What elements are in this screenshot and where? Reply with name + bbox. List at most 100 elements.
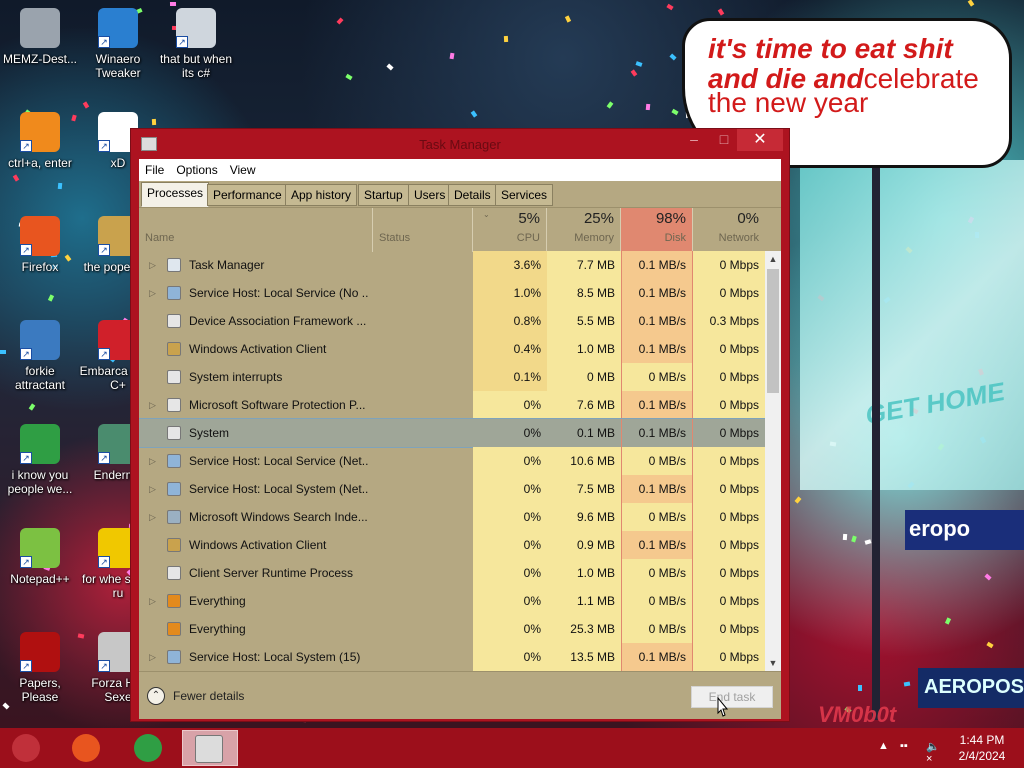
chrome-icon: ↗ (20, 424, 60, 464)
process-name-cell: Device Association Framework ... (139, 307, 473, 335)
scroll-down-icon[interactable]: ▼ (765, 655, 781, 671)
process-row[interactable]: ▷ Service Host: Local Service (No ... 1.0%… (139, 279, 765, 307)
title-bar[interactable]: Task Manager – □ ✕ (131, 129, 789, 159)
tab-processes[interactable]: Processes (141, 182, 210, 207)
column-network[interactable]: 0% Network (693, 208, 765, 252)
desktop-icon-label: ctrl+a, enter (8, 156, 72, 170)
shortcut-arrow-icon: ↗ (98, 36, 110, 48)
fewer-details-link[interactable]: Fewer details (173, 689, 244, 703)
process-row[interactable]: ▷ Microsoft Software Protection P... 0% 7.6… (139, 391, 765, 419)
column-cpu[interactable]: ⌄ 5% CPU (473, 208, 547, 252)
clock-date: 2/4/2024 (958, 749, 1006, 763)
volume-muted-icon[interactable]: 🔈× (926, 740, 940, 765)
process-name: System interrupts (189, 370, 283, 384)
process-name: Service Host: Local Service (Net... (189, 454, 369, 468)
tab-details[interactable]: Details (448, 184, 497, 206)
process-row[interactable]: ▷ Service Host: Local Service (Net... 0% 10… (139, 447, 765, 475)
taskbar-chrome[interactable] (122, 730, 172, 766)
menu-view[interactable]: View (224, 159, 262, 181)
process-row[interactable]: Device Association Framework ... 0.8% 5.5 … (139, 307, 765, 335)
desktop-icon[interactable]: ↗ i know you people we... (0, 424, 80, 496)
expand-chevron-icon[interactable]: ▷ (149, 447, 156, 475)
expand-chevron-icon[interactable]: ▷ (149, 587, 156, 615)
task-manager-window[interactable]: Task Manager – □ ✕ File Options View Proce… (130, 128, 790, 722)
process-disk: 0 MB/s (621, 447, 693, 475)
tray-chevron-up-icon[interactable]: ▲ (878, 740, 889, 752)
tab-startup[interactable]: Startup (358, 184, 409, 206)
network-icon[interactable]: ▪▪ (900, 740, 908, 752)
confetti-piece (57, 182, 63, 190)
process-row[interactable]: System interrupts 0.1% 0 MB 0 MB/s 0 Mbps (139, 363, 765, 391)
process-row[interactable]: System 0% 0.1 MB 0.1 MB/s 0 Mbps (139, 418, 765, 448)
desktop-icon[interactable]: ↗ Firefox (0, 216, 80, 274)
minimize-button[interactable]: – (679, 129, 709, 151)
process-row[interactable]: ▷ Service Host: Local System (Net... 0% 7.5… (139, 475, 765, 503)
desktop-icon[interactable]: ↗ Winaero Tweaker (78, 8, 158, 80)
confetti-piece (82, 101, 90, 109)
desktop-icon[interactable]: ↗ that but when its c# (156, 8, 236, 80)
end-task-button[interactable]: End task (691, 686, 773, 708)
process-network: 0 Mbps (693, 643, 765, 671)
menu-options[interactable]: Options (170, 159, 223, 181)
process-memory: 0.1 MB (576, 426, 615, 440)
process-row[interactable]: Client Server Runtime Process 0% 1.0 MB 0 M… (139, 559, 765, 587)
process-row[interactable]: ▷ Task Manager 3.6% 7.7 MB 0.1 MB/s 0 Mbps (139, 251, 765, 279)
desktop-icon[interactable]: MEMZ-Dest... (0, 8, 80, 66)
process-memory: 13.5 MB (547, 643, 621, 671)
process-row[interactable]: ▷ Microsoft Windows Search Inde... 0% 9.6 M… (139, 503, 765, 531)
desktop-icon-label: Papers, Please (19, 676, 61, 704)
confetti-piece (967, 0, 975, 7)
process-disk: 0.1 MB/s (621, 307, 693, 335)
column-memory[interactable]: 25% Memory (547, 208, 621, 252)
chevron-up-icon[interactable]: ⌃ (147, 687, 165, 705)
tab-app-history[interactable]: App history (285, 184, 358, 206)
desktop-icon[interactable]: ↗ forkie attractant (0, 320, 80, 392)
tab-users[interactable]: Users (408, 184, 452, 206)
maximize-button[interactable]: □ (709, 129, 739, 151)
process-row[interactable]: Everything 0% 25.3 MB 0 MB/s 0 Mbps (139, 615, 765, 643)
taskbar-task-manager[interactable] (182, 730, 238, 766)
process-row[interactable]: Windows Activation Client 0.4% 1.0 MB 0.1 M… (139, 335, 765, 363)
tab-services[interactable]: Services (495, 184, 554, 206)
process-memory: 1.0 MB (547, 335, 621, 363)
process-cpu: 0% (473, 587, 547, 615)
scrollbar[interactable]: ▲ ▼ (765, 251, 781, 671)
process-name: Service Host: Local System (15) (189, 650, 361, 664)
taskbar-firefox[interactable] (60, 730, 110, 766)
confetti-piece (470, 110, 478, 118)
desktop-icon[interactable]: ↗ Papers, Please (0, 632, 80, 704)
process-network: 0.3 Mbps (693, 307, 765, 335)
process-disk: 0 MB/s (621, 559, 693, 587)
process-disk: 0.1 MB/s (621, 419, 693, 447)
column-disk[interactable]: 98% Disk (621, 208, 693, 252)
column-status[interactable]: Status (373, 208, 473, 252)
clock-time: 1:44 PM (959, 733, 1005, 747)
close-button[interactable]: ✕ (737, 129, 783, 151)
expand-chevron-icon[interactable]: ▷ (149, 251, 156, 279)
clock[interactable]: 1:44 PM 2/4/2024 (944, 732, 1020, 764)
chrome-icon (134, 734, 162, 762)
process-name-cell: Everything (139, 615, 473, 643)
expand-chevron-icon[interactable]: ▷ (149, 279, 156, 307)
menu-file[interactable]: File (139, 159, 170, 181)
process-row[interactable]: Windows Activation Client 0% 0.9 MB 0.1 MB/… (139, 531, 765, 559)
expand-chevron-icon[interactable]: ▷ (149, 391, 156, 419)
expand-chevron-icon[interactable]: ▷ (149, 503, 156, 531)
expand-chevron-icon[interactable]: ▷ (149, 475, 156, 503)
scroll-up-icon[interactable]: ▲ (765, 251, 781, 267)
key-icon (167, 342, 181, 356)
process-row[interactable]: ▷ Service Host: Local System (15) 0% 13.5 M… (139, 643, 765, 671)
desktop-icon[interactable]: ↗ ctrl+a, enter (0, 112, 80, 170)
memory-total: 25% (583, 210, 614, 227)
desktop-icon[interactable]: ↗ Notepad++ (0, 528, 80, 586)
process-row[interactable]: ▷ Everything 0% 1.1 MB 0 MB/s 0 Mbps (139, 587, 765, 615)
confetti-piece (944, 617, 952, 625)
column-name[interactable]: Name (139, 208, 373, 252)
expand-chevron-icon[interactable]: ▷ (149, 643, 156, 671)
search-user-icon (167, 510, 181, 524)
start-button[interactable] (0, 730, 50, 766)
scroll-thumb[interactable] (767, 269, 779, 393)
tab-performance[interactable]: Performance (207, 184, 288, 206)
process-name: Device Association Framework ... (189, 314, 367, 328)
network-label: Network (718, 232, 759, 244)
